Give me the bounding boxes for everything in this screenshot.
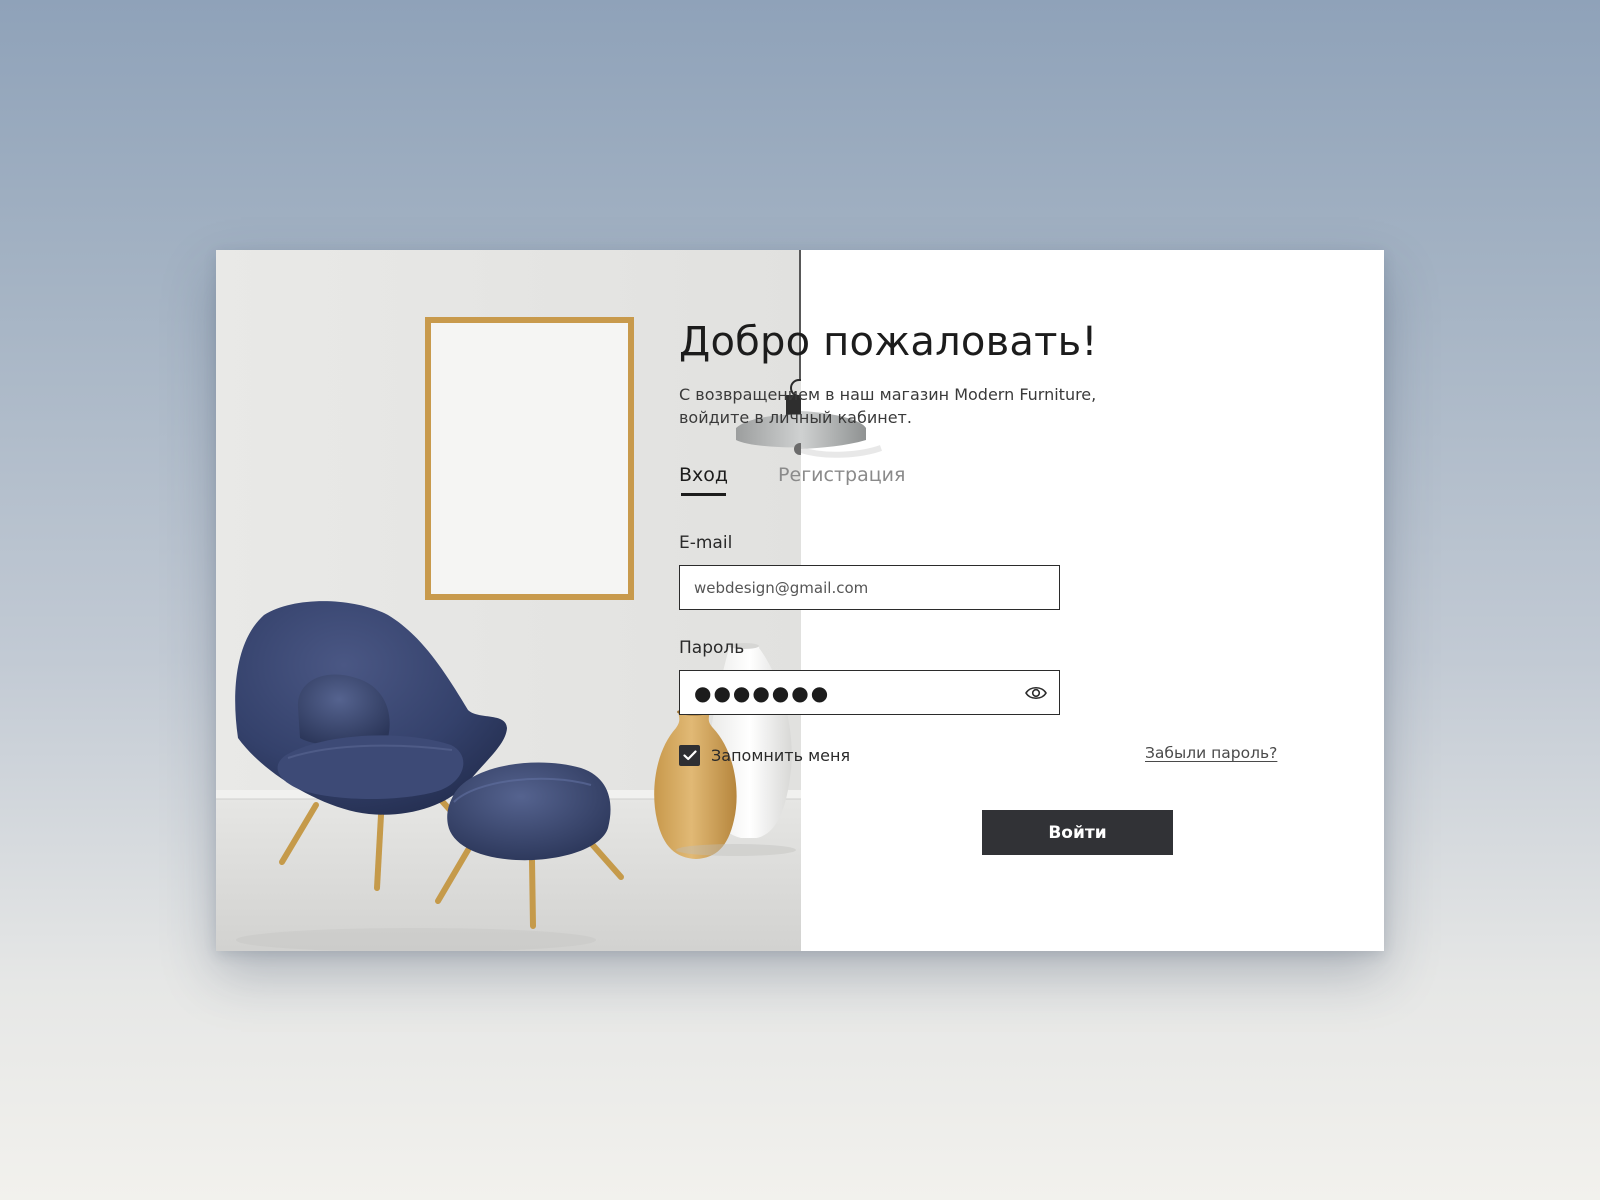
remember-me[interactable]: Запомнить меня	[679, 745, 850, 766]
password-masked-value: ●●●●●●●	[694, 680, 831, 705]
remember-checkbox[interactable]	[679, 745, 700, 766]
tab-register[interactable]: Регистрация	[778, 462, 905, 488]
login-button[interactable]: Войти	[982, 810, 1173, 855]
email-field[interactable]	[680, 566, 1059, 609]
page-subtitle: С возвращением в наш магазин Modern Furn…	[679, 383, 1139, 429]
picture-frame	[425, 317, 634, 600]
subtitle-line-2: войдите в личный кабинет.	[679, 408, 912, 427]
checkmark-icon	[682, 750, 697, 761]
tab-login[interactable]: Вход	[679, 462, 728, 496]
remember-label: Запомнить меня	[711, 746, 851, 765]
email-field-wrapper	[679, 565, 1060, 610]
password-field[interactable]: ●●●●●●●	[679, 670, 1060, 715]
subtitle-line-1: С возвращением в наш магазин Modern Furn…	[679, 385, 1097, 404]
auth-tabs: Вход Регистрация	[679, 462, 905, 496]
email-label: E-mail	[679, 533, 733, 553]
eye-icon[interactable]	[1025, 683, 1047, 703]
forgot-password-link[interactable]: Забыли пароль?	[1145, 744, 1277, 762]
page-title: Добро пожаловать!	[679, 319, 1098, 365]
password-label: Пароль	[679, 638, 745, 658]
